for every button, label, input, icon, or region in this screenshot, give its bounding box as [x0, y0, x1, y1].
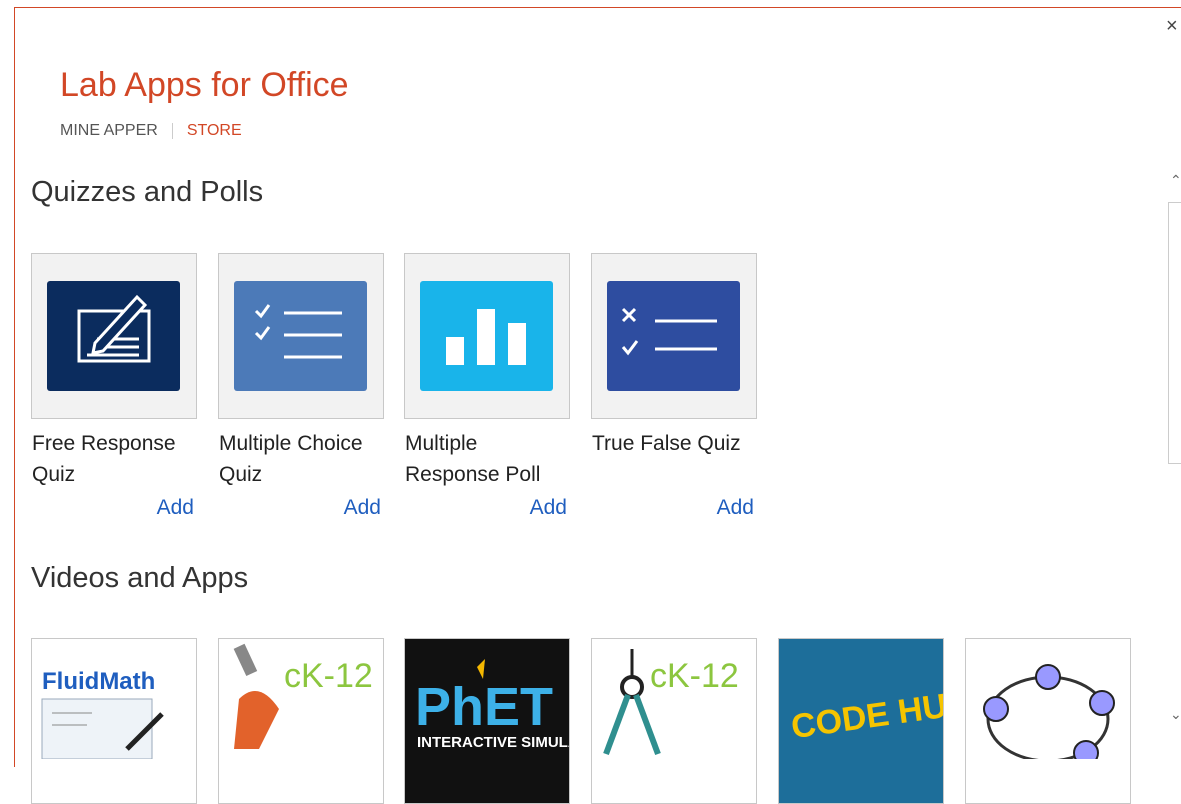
tab-bar: MINE APPER STORE [60, 122, 242, 140]
geogebra-logo [983, 664, 1115, 766]
true-false-icon [607, 281, 740, 391]
ck12-microscope-logo: cK-12 [233, 643, 373, 749]
page-title: Lab Apps for Office [60, 66, 349, 104]
logo-subtext: INTERACTIVE SIMULATIONS [417, 734, 569, 751]
fluidmath-logo: FluidMath [41, 668, 164, 760]
app-tile-ck12-science[interactable]: cK-12 [218, 638, 384, 804]
close-icon[interactable]: × [1166, 16, 1178, 36]
tab-store[interactable]: STORE [187, 122, 242, 140]
app-tile-ck12-math[interactable]: cK-12 [591, 638, 757, 804]
tab-mine-apper[interactable]: MINE APPER [60, 122, 158, 140]
app-tile-free-response-quiz[interactable] [31, 253, 197, 419]
ck12-compass-logo: cK-12 [603, 649, 739, 756]
app-name: Multiple Response Poll [405, 432, 541, 486]
app-tile-code-hunt[interactable]: CODE HUNT [778, 638, 995, 804]
phet-logo: PhET INTERACTIVE SIMULATIONS [415, 659, 623, 751]
logo-text: PhET [415, 677, 553, 737]
section-title-quizzes: Quizzes and Polls [31, 176, 264, 208]
bar-chart-icon [420, 281, 553, 391]
add-button[interactable]: Add [321, 496, 381, 520]
add-button[interactable]: Add [694, 496, 754, 520]
scroll-up-icon[interactable]: ⌃ [1170, 172, 1181, 189]
app-tile-true-false-quiz[interactable] [591, 253, 757, 419]
section-title-videos: Videos and Apps [31, 562, 249, 594]
scroll-down-icon[interactable]: ⌄ [1170, 706, 1181, 723]
app-name: True False Quiz [592, 432, 741, 455]
tab-separator [171, 123, 173, 139]
logo-text: cK-12 [650, 657, 739, 695]
app-tile-multiple-response-poll[interactable] [404, 253, 570, 419]
app-name: Multiple Choice Quiz [219, 432, 363, 486]
logo-text: cK-12 [284, 657, 373, 695]
app-tile-phet[interactable]: PhET INTERACTIVE SIMULATIONS [404, 638, 623, 804]
app-tile-multiple-choice-quiz[interactable] [218, 253, 384, 419]
add-button[interactable]: Add [507, 496, 567, 520]
scrollbar-thumb[interactable] [1168, 202, 1181, 464]
pencil-paper-icon [47, 281, 180, 391]
app-name: Free Response Quiz [32, 432, 176, 486]
app-tile-fluidmath[interactable]: FluidMath [31, 638, 197, 804]
codehunt-logo: CODE HUNT [779, 639, 995, 759]
add-button[interactable]: Add [134, 496, 194, 520]
app-tile-geogebra[interactable] [965, 638, 1131, 804]
checklist-icon [234, 281, 367, 391]
logo-text: FluidMath [42, 668, 155, 695]
